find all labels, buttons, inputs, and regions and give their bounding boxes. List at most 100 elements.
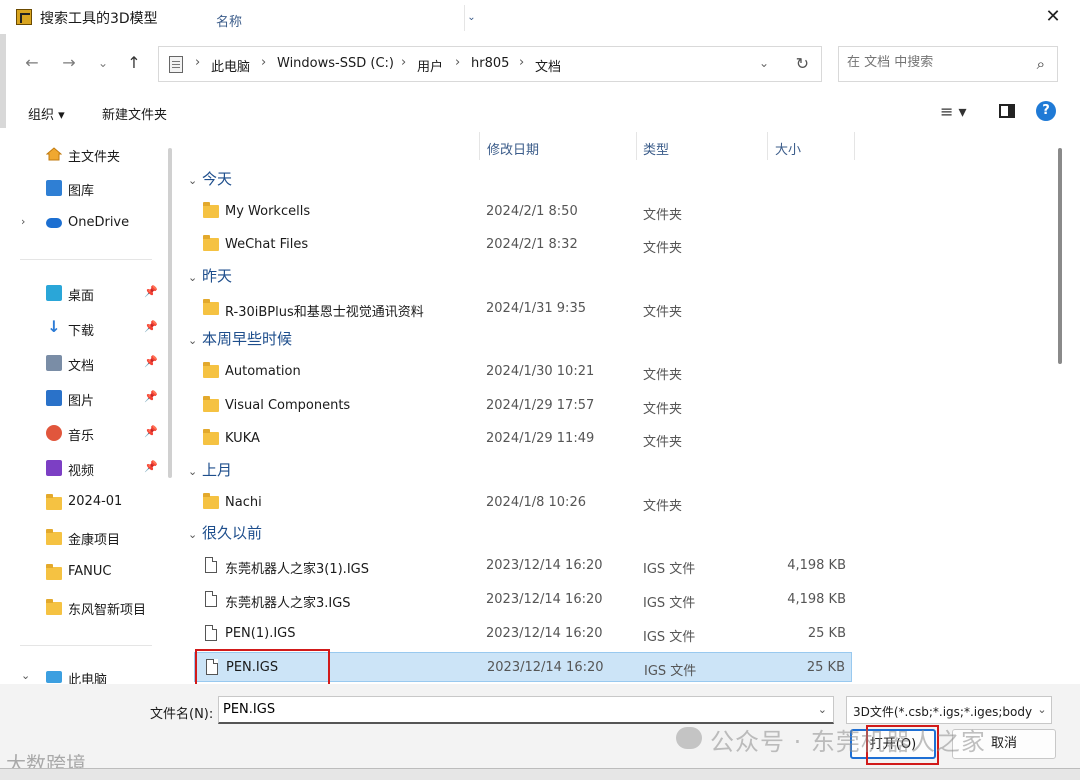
name-column-dropdown[interactable]: ⌄ — [464, 5, 478, 31]
sidebar-item-label: OneDrive — [68, 215, 130, 230]
breadcrumb-separator: › — [401, 55, 407, 70]
group-header-earlier-this-week[interactable]: ⌄ 本周早些时候 — [188, 328, 292, 354]
file-type-filter-select[interactable]: 3D文件(*.csb;*.igs;*.iges;body ⌄ — [846, 696, 1052, 724]
sidebar-item-pictures[interactable]: 图片 📌 — [0, 383, 162, 413]
sidebar-item-gallery[interactable]: 图库 — [0, 173, 162, 203]
sidebar-item-label: 主文件夹 — [68, 150, 121, 165]
group-header-yesterday[interactable]: ⌄ 昨天 — [188, 265, 232, 291]
sidebar-item-dongfeng[interactable]: 东风智新项目 — [0, 592, 162, 622]
wechat-logo-watermark — [676, 727, 702, 749]
folder-icon — [203, 396, 219, 412]
address-history-dropdown[interactable]: ⌄ — [759, 56, 769, 70]
watermark-text: 公众号 · 东莞机器人之家 — [710, 728, 986, 756]
file-row[interactable]: My Workcells 2024/2/1 8:50 文件夹 — [194, 197, 852, 227]
file-row[interactable]: WeChat Files 2024/2/1 8:32 文件夹 — [194, 230, 852, 260]
sidebar-item-label: 下载 — [68, 324, 95, 339]
search-icon[interactable]: ⌕ — [1037, 55, 1045, 73]
sidebar-item-home[interactable]: 主文件夹 — [0, 139, 162, 169]
help-icon[interactable]: ? — [1036, 101, 1056, 121]
sidebar-item-onedrive[interactable]: › OneDrive — [0, 208, 162, 238]
video-icon — [46, 460, 62, 476]
forward-button[interactable]: → — [57, 51, 81, 75]
refresh-icon[interactable]: ↻ — [796, 54, 809, 73]
file-row[interactable]: R-30iBPlus和基恩士视觉通讯资料 2024/1/31 9:35 文件夹 — [194, 294, 852, 324]
view-options-menu[interactable]: ≡ ▾ — [940, 102, 967, 121]
file-icon — [205, 557, 217, 573]
search-box[interactable]: ⌕ — [838, 46, 1058, 82]
background-window-strip — [0, 768, 1080, 780]
nav-divider — [20, 645, 152, 646]
chevron-down-icon[interactable]: ⌄ — [818, 703, 827, 716]
file-row[interactable]: PEN(1).IGS 2023/12/14 16:20 IGS 文件 25 KB — [194, 619, 852, 649]
file-row[interactable]: KUKA 2024/1/29 11:49 文件夹 — [194, 424, 852, 454]
file-row[interactable]: 东莞机器人之家3.IGS 2023/12/14 16:20 IGS 文件 4,1… — [194, 585, 852, 615]
file-list-scrollbar[interactable] — [1058, 148, 1062, 364]
sidebar-item-label: 2024-01 — [68, 494, 123, 509]
sidebar-item-videos[interactable]: 视频 📌 — [0, 453, 162, 483]
column-divider — [479, 132, 480, 160]
music-icon — [46, 425, 62, 441]
preview-pane-icon[interactable] — [999, 104, 1015, 118]
sidebar-item-label: 金康项目 — [68, 533, 121, 548]
group-header-last-month[interactable]: ⌄ 上月 — [188, 459, 232, 485]
new-folder-button[interactable]: 新建文件夹 — [102, 104, 167, 123]
collapse-chevron-icon[interactable]: ⌄ — [21, 669, 30, 682]
pin-icon: 📌 — [144, 285, 158, 298]
home-icon — [45, 146, 63, 162]
sidebar-item-label: 音乐 — [68, 429, 95, 444]
column-divider — [854, 132, 855, 160]
up-button[interactable]: ↑ — [122, 51, 146, 75]
breadcrumb-documents[interactable]: 文档 — [535, 56, 561, 75]
command-bar: 组织 ▾ 新建文件夹 ≡ ▾ — [0, 96, 1080, 128]
group-collapse-icon: ⌄ — [188, 528, 198, 541]
chevron-down-icon[interactable]: ⌄ — [1033, 697, 1051, 723]
close-button[interactable]: ✕ — [1040, 4, 1066, 30]
folder-icon — [46, 599, 62, 615]
navigation-scrollbar[interactable] — [168, 148, 172, 478]
back-button[interactable]: ← — [20, 51, 44, 75]
desktop-icon — [46, 285, 62, 301]
sidebar-item-label: FANUC — [68, 564, 112, 579]
gallery-icon — [46, 180, 62, 196]
search-input[interactable] — [847, 55, 1017, 70]
file-icon — [205, 625, 217, 641]
group-header-long-ago[interactable]: ⌄ 很久以前 — [188, 522, 262, 548]
pictures-icon — [46, 390, 62, 406]
breadcrumb-users[interactable]: 用户 — [417, 56, 443, 75]
breadcrumb-user[interactable]: hr805 — [471, 56, 509, 71]
sidebar-item-fanuc[interactable]: FANUC — [0, 557, 162, 587]
organize-menu[interactable]: 组织 ▾ — [28, 104, 65, 123]
folder-icon — [46, 494, 62, 510]
file-row[interactable]: Automation 2024/1/30 10:21 文件夹 — [194, 357, 852, 387]
expand-chevron-icon[interactable]: › — [21, 215, 25, 228]
folder-icon — [203, 299, 219, 315]
sidebar-item-jinkang[interactable]: 金康项目 — [0, 522, 162, 552]
address-bar[interactable]: › 此电脑 › Windows-SSD (C:) › 用户 › hr805 › … — [158, 46, 822, 82]
nav-divider — [20, 259, 152, 260]
file-row[interactable]: Nachi 2024/1/8 10:26 文件夹 — [194, 488, 852, 518]
sidebar-item-2024-01[interactable]: 2024-01 — [0, 487, 162, 517]
sidebar-item-music[interactable]: 音乐 📌 — [0, 418, 162, 448]
file-row[interactable]: Visual Components 2024/1/29 17:57 文件夹 — [194, 391, 852, 421]
group-collapse-icon: ⌄ — [188, 334, 198, 347]
filename-combobox[interactable]: ⌄ — [218, 696, 834, 724]
pin-icon: 📌 — [144, 320, 158, 333]
breadcrumb-drive[interactable]: Windows-SSD (C:) — [277, 56, 394, 71]
group-header-today[interactable]: ⌄ 今天 — [188, 168, 232, 194]
column-header-name[interactable]: 名称 — [216, 4, 464, 34]
column-header-type[interactable]: 类型 — [643, 132, 763, 162]
pin-icon: 📌 — [144, 460, 158, 473]
column-header-date[interactable]: 修改日期 — [487, 132, 635, 162]
sidebar-item-downloads[interactable]: ↓ 下载 📌 — [0, 313, 162, 343]
folder-icon — [203, 235, 219, 251]
file-row[interactable]: 东莞机器人之家3(1).IGS 2023/12/14 16:20 IGS 文件 … — [194, 551, 852, 581]
filename-input[interactable] — [223, 702, 803, 717]
title-bar: 搜索工具的3D模型 ✕ — [0, 0, 1080, 34]
column-header-size[interactable]: 大小 — [775, 132, 855, 162]
file-icon — [205, 591, 217, 607]
recent-locations-button[interactable]: ⌄ — [91, 51, 115, 75]
pin-icon: 📌 — [144, 390, 158, 403]
breadcrumb-this-pc[interactable]: 此电脑 — [211, 56, 250, 75]
sidebar-item-documents[interactable]: 文档 📌 — [0, 348, 162, 378]
sidebar-item-desktop[interactable]: 桌面 📌 — [0, 278, 162, 308]
